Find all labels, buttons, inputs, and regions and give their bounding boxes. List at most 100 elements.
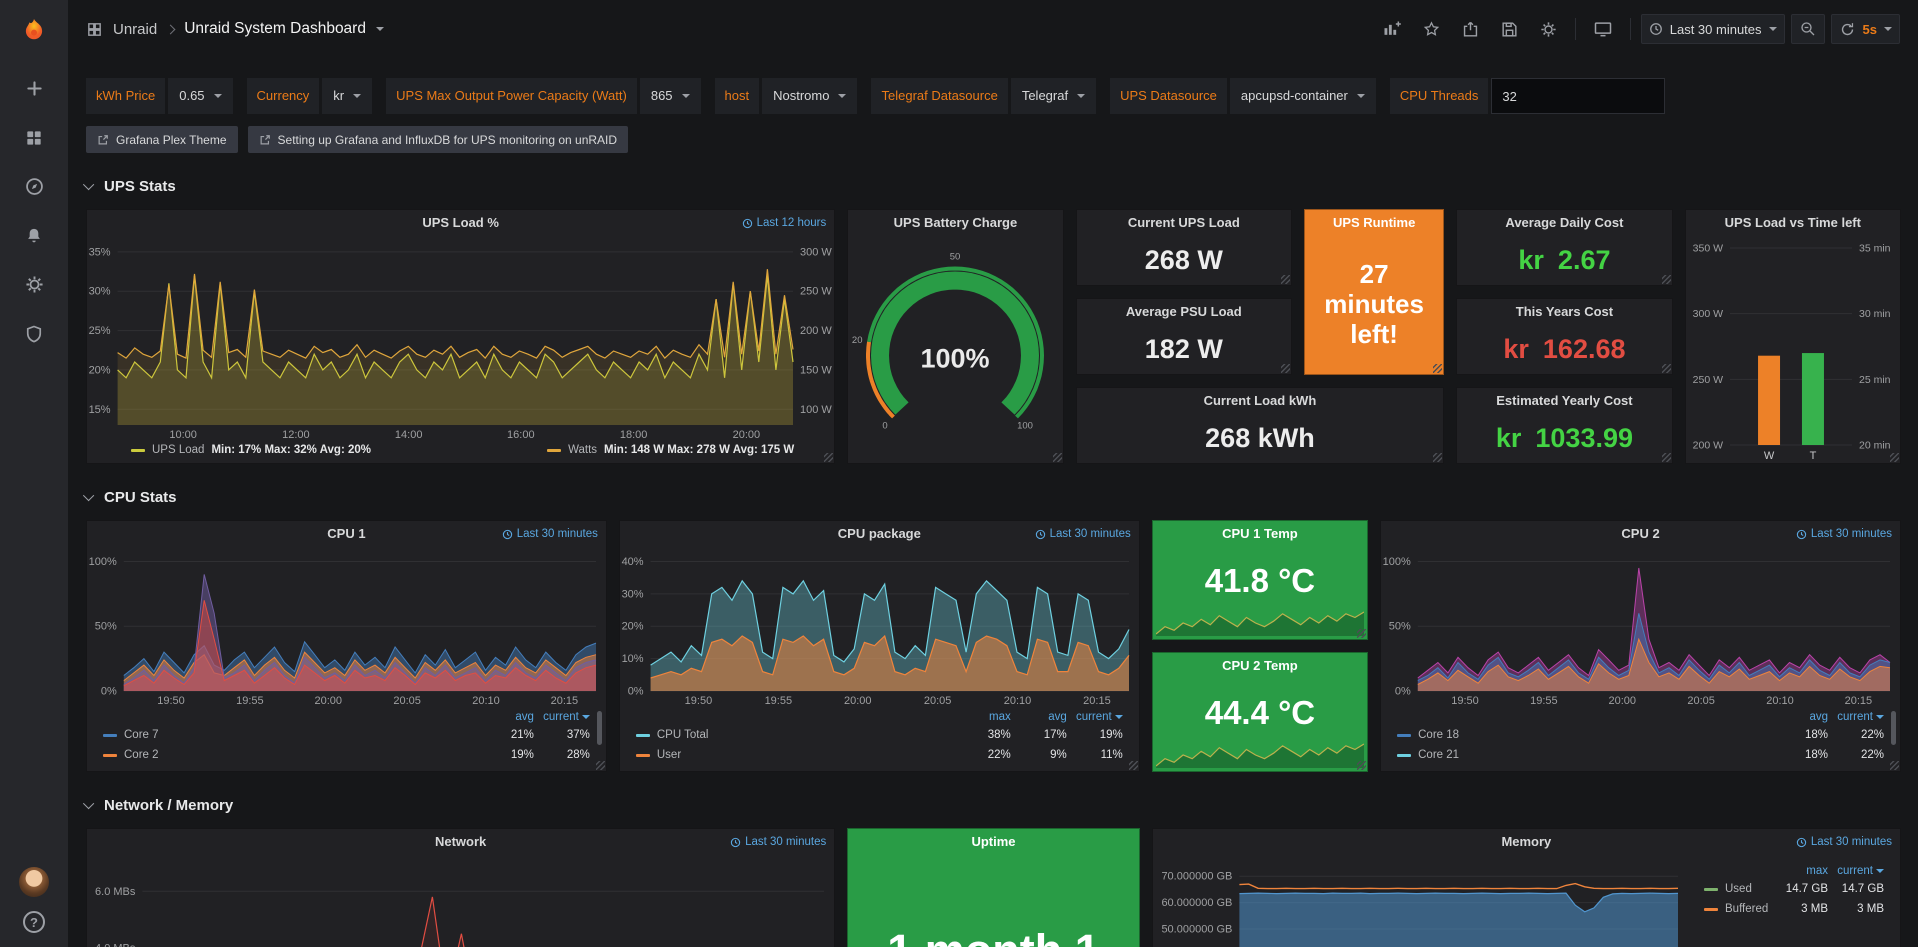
sidebar-item-server-admin[interactable] (0, 309, 68, 358)
refresh-interval-label[interactable]: 5s (1863, 22, 1877, 37)
sidebar-item-dashboards[interactable] (0, 113, 68, 162)
network-chart[interactable]: 2.0 MBs4.0 MBs6.0 MBs19:5019:5520:0020:0… (87, 855, 834, 947)
refresh-button[interactable]: 5s (1831, 14, 1900, 44)
variable-value-dropdown[interactable]: 0.65 (168, 78, 232, 114)
sidebar-item-configuration[interactable] (0, 260, 68, 309)
panel-uptime[interactable]: Uptime 1 month 1 (847, 828, 1140, 947)
breadcrumb-folder[interactable]: Unraid (113, 21, 157, 38)
legend-item[interactable]: User22%9%11% (636, 745, 1123, 765)
legend-item[interactable]: UPS Load Min: 17% Max: 32% Avg: 20% (131, 444, 371, 456)
panel-title[interactable]: This Years Cost (1457, 299, 1671, 325)
legend-sort-current[interactable]: current (1828, 711, 1884, 723)
panel-cpu-1[interactable]: CPU 1 Last 30 minutes 0%50%100%19:5019:5… (86, 520, 607, 772)
breadcrumb[interactable]: Unraid Unraid System Dashboard (86, 20, 384, 38)
save-dashboard-button[interactable] (1493, 14, 1526, 44)
ups-load-chart[interactable]: 15%20%25%30%35%100 W150 W200 W250 W300 W… (87, 236, 834, 441)
cpu-package-chart[interactable]: 0%10%20%30%40%19:5019:5520:0020:0520:102… (620, 547, 1139, 707)
panel-average-psu-load[interactable]: Average PSU Load 182 W (1076, 298, 1292, 375)
grafana-logo[interactable] (0, 0, 68, 64)
panel-average-daily-cost[interactable]: Average Daily Cost kr2.67 (1456, 209, 1672, 286)
panel-current-load-kwh[interactable]: Current Load kWh 268 kWh (1076, 387, 1445, 464)
panel-title[interactable]: CPU 2 Temp (1153, 653, 1367, 679)
panel-network[interactable]: Network Last 30 minutes 2.0 MBs4.0 MBs6.… (86, 828, 835, 947)
sidebar-item-alerting[interactable] (0, 211, 68, 260)
panel-title[interactable]: UPS Load % (87, 210, 834, 236)
panel-cpu-2-temp[interactable]: CPU 2 Temp 44.4 °C (1152, 652, 1368, 772)
panel-title[interactable]: Average Daily Cost (1457, 210, 1671, 236)
dashboard-settings-button[interactable] (1532, 14, 1565, 44)
legend-sort-avg[interactable]: avg (1011, 711, 1067, 723)
legend-item[interactable]: Used14.7 GB14.7 GB (1704, 879, 1884, 899)
legend-item[interactable]: Core 2118%22% (1397, 745, 1884, 765)
panel-this-years-cost[interactable]: This Years Cost kr162.68 (1456, 298, 1672, 375)
panel-title[interactable]: Network (87, 829, 834, 855)
variable-value-dropdown[interactable]: Nostromo (762, 78, 857, 114)
panel-title[interactable]: Current UPS Load (1077, 210, 1291, 236)
legend-sort-max[interactable]: max (955, 711, 1011, 723)
legend-scrollbar[interactable] (597, 711, 602, 745)
row-header-ups-stats[interactable]: UPS Stats (86, 173, 1918, 199)
panel-title[interactable]: Estimated Yearly Cost (1457, 388, 1671, 414)
panel-estimated-yearly-cost[interactable]: Estimated Yearly Cost kr1033.99 (1456, 387, 1672, 464)
panel-current-ups-load[interactable]: Current UPS Load 268 W (1076, 209, 1292, 286)
ups-load-vs-time-chart[interactable]: 200 W250 W300 W350 W20 min25 min30 min35… (1686, 236, 1900, 463)
time-range-picker[interactable]: Last 30 minutes (1641, 14, 1785, 44)
refresh-interval-caret-icon[interactable] (1884, 27, 1892, 31)
legend-sort-avg[interactable]: avg (478, 711, 534, 723)
row-header-cpu-stats[interactable]: CPU Stats (86, 484, 1918, 510)
legend-sort-max[interactable]: max (1772, 865, 1828, 877)
variable-value-dropdown[interactable]: 865 (640, 78, 701, 114)
dashboard-title[interactable]: Unraid System Dashboard (184, 20, 366, 38)
panel-ups-runtime[interactable]: UPS Runtime 27 minutes left! (1304, 209, 1444, 375)
cycle-view-mode-button[interactable] (1586, 14, 1620, 44)
star-dashboard-button[interactable] (1415, 14, 1448, 44)
share-dashboard-button[interactable] (1454, 14, 1487, 44)
legend-item[interactable]: Watts Min: 148 W Max: 278 W Avg: 175 W (547, 444, 794, 456)
add-panel-button[interactable] (1375, 14, 1409, 44)
panel-title[interactable]: Current Load kWh (1077, 388, 1444, 414)
panel-memory[interactable]: Memory Last 30 minutes 50.000000 GB60.00… (1152, 828, 1901, 947)
memory-chart[interactable]: 50.000000 GB60.000000 GB70.000000 GB19:5… (1153, 855, 1688, 947)
legend-sort-current[interactable]: current (534, 711, 590, 723)
panel-title[interactable]: CPU 1 Temp (1153, 521, 1367, 547)
sidebar-item-create[interactable] (0, 64, 68, 113)
legend-scrollbar[interactable] (1891, 711, 1896, 745)
panel-title[interactable]: Uptime (848, 829, 1139, 855)
panel-ups-load-vs-time-left[interactable]: UPS Load vs Time left 200 W250 W300 W350… (1685, 209, 1901, 464)
legend-item[interactable]: Core 1818%22% (1397, 725, 1884, 745)
legend-sort-avg[interactable]: avg (1772, 711, 1828, 723)
panel-ups-battery-charge[interactable]: UPS Battery Charge 02050100100% (847, 209, 1063, 464)
user-avatar[interactable] (19, 867, 49, 897)
variable-value-dropdown[interactable]: kr (322, 78, 372, 114)
legend-item[interactable]: Core 721%37% (103, 725, 590, 745)
cpu-threads-input[interactable] (1491, 78, 1665, 114)
panel-ups-load[interactable]: UPS Load % Last 12 hours 15%20%25%30%35%… (86, 209, 835, 464)
variable-value-dropdown[interactable]: Telegraf (1011, 78, 1096, 114)
variable-value-dropdown[interactable]: apcupsd-container (1230, 78, 1376, 114)
legend-item[interactable]: Buffered3 MB3 MB (1704, 899, 1884, 919)
panel-title[interactable]: UPS Battery Charge (848, 210, 1062, 236)
legend-item[interactable]: Core 219%28% (103, 745, 590, 765)
cpu1-chart[interactable]: 0%50%100%19:5019:5520:0020:0520:1020:15 (87, 547, 606, 707)
panel-title[interactable]: Average PSU Load (1077, 299, 1291, 325)
dashboard-link-grafana-plex-theme[interactable]: Grafana Plex Theme (86, 126, 238, 153)
legend-sort-current[interactable]: current (1067, 711, 1123, 723)
panel-title[interactable]: UPS Runtime (1305, 210, 1443, 236)
dashboard-link-setup-guide[interactable]: Setting up Grafana and InfluxDB for UPS … (248, 126, 629, 153)
row-header-network-memory[interactable]: Network / Memory (86, 792, 1918, 818)
legend-item[interactable]: CPU Total38%17%19% (636, 725, 1123, 745)
battery-gauge[interactable]: 02050100100% (848, 236, 1062, 463)
dashboard-switcher-caret-icon[interactable] (376, 27, 384, 31)
help-icon[interactable]: ? (23, 911, 45, 933)
panel-cpu-package[interactable]: CPU package Last 30 minutes 0%10%20%30%4… (619, 520, 1140, 772)
legend-sort-current[interactable]: current (1828, 865, 1884, 877)
sidebar-item-explore[interactable] (0, 162, 68, 211)
zoom-out-button[interactable] (1791, 14, 1825, 44)
cpu2-chart[interactable]: 0%50%100%19:5019:5520:0020:0520:1020:15 (1381, 547, 1900, 707)
caret-down-icon (838, 94, 846, 98)
panel-cpu-1-temp[interactable]: CPU 1 Temp 41.8 °C (1152, 520, 1368, 640)
panel-title[interactable]: Memory (1153, 829, 1900, 855)
panel-cpu-2[interactable]: CPU 2 Last 30 minutes 0%50%100%19:5019:5… (1380, 520, 1901, 772)
svg-text:25%: 25% (89, 325, 111, 337)
panel-title[interactable]: UPS Load vs Time left (1686, 210, 1900, 236)
